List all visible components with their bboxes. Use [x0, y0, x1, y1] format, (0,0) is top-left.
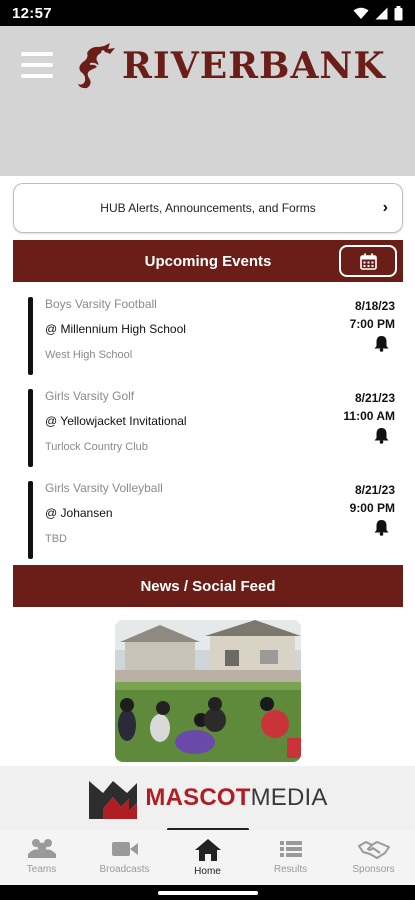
- tab-sponsors[interactable]: Sponsors: [332, 830, 415, 885]
- event-opponent: @ Yellowjacket Invitational: [45, 414, 187, 428]
- event-opponent: @ Johansen: [45, 506, 113, 520]
- tab-label: Teams: [26, 864, 57, 875]
- event-sport: Boys Varsity Football: [45, 297, 157, 311]
- bottom-tab-bar: Teams Broadcasts Home Results Sponsors: [0, 830, 415, 885]
- tab-broadcasts[interactable]: Broadcasts: [83, 830, 166, 885]
- menu-line: [21, 63, 53, 67]
- tab-label: Results: [273, 864, 308, 875]
- status-icons: [353, 5, 403, 21]
- home-gesture-handle[interactable]: [158, 891, 258, 895]
- signal-icon: [375, 7, 388, 19]
- handshake-icon: [357, 841, 390, 859]
- sponsor-word-mascot: MASCOT: [145, 784, 251, 811]
- upcoming-events-header: Upcoming Events: [13, 240, 403, 282]
- status-time: 12:57: [12, 4, 52, 22]
- event-item[interactable]: Girls Varsity Volleyball @ Johansen TBD …: [28, 481, 398, 559]
- sponsor-banner[interactable]: MASCOTMEDIA: [0, 766, 415, 830]
- event-item[interactable]: Girls Varsity Golf @ Yellowjacket Invita…: [28, 389, 398, 467]
- menu-line: [21, 52, 53, 56]
- event-date: 8/21/23: [354, 483, 395, 497]
- event-venue: West High School: [45, 349, 133, 361]
- sponsor-wordmark: MASCOTMEDIA: [145, 784, 327, 812]
- brand-name: RIVERBANK: [122, 45, 386, 87]
- team-photo: [115, 620, 301, 762]
- event-venue: TBD: [45, 533, 67, 545]
- menu-button[interactable]: [21, 52, 53, 78]
- event-item[interactable]: Boys Varsity Football @ Millennium High …: [28, 297, 398, 375]
- news-feed-image[interactable]: [115, 620, 301, 762]
- tab-label: Broadcasts: [99, 864, 150, 875]
- bell-icon[interactable]: [373, 519, 390, 536]
- event-accent-bar: [28, 481, 33, 559]
- event-time: 9:00 PM: [349, 501, 395, 515]
- app-header: RIVERBANK: [0, 26, 415, 176]
- tab-teams[interactable]: Teams: [0, 830, 83, 885]
- home-icon: [194, 839, 221, 861]
- tab-label: Home: [194, 866, 221, 877]
- bell-icon[interactable]: [373, 335, 390, 352]
- upcoming-events-title: Upcoming Events: [144, 252, 272, 270]
- sponsor-word-media: MEDIA: [250, 784, 328, 811]
- bell-icon[interactable]: [373, 427, 390, 444]
- tab-label: Sponsors: [352, 864, 395, 875]
- status-bar: 12:57: [0, 0, 415, 26]
- event-sport: Girls Varsity Golf: [45, 389, 135, 403]
- brand-logo: RIVERBANK: [74, 42, 386, 90]
- event-sport: Girls Varsity Volleyball: [45, 481, 163, 495]
- calendar-button[interactable]: [339, 245, 397, 277]
- teams-icon: [27, 839, 56, 858]
- battery-icon: [394, 5, 403, 20]
- news-feed-title: News / Social Feed: [140, 577, 276, 595]
- menu-line: [21, 74, 53, 78]
- event-time: 11:00 AM: [343, 409, 395, 423]
- event-accent-bar: [28, 389, 33, 467]
- tab-home[interactable]: Home: [166, 830, 249, 885]
- wifi-icon: [353, 7, 369, 19]
- dragon-mascot-icon: [78, 43, 115, 89]
- news-feed-header: News / Social Feed: [13, 565, 403, 607]
- video-camera-icon: [111, 842, 138, 856]
- list-icon: [279, 841, 302, 857]
- tab-results[interactable]: Results: [249, 830, 332, 885]
- event-venue: Turlock Country Club: [45, 441, 148, 453]
- event-date: 8/21/23: [354, 391, 395, 405]
- hub-alerts-button[interactable]: HUB Alerts, Announcements, and Forms ›: [13, 183, 403, 233]
- hub-alerts-label: HUB Alerts, Announcements, and Forms: [100, 201, 316, 215]
- event-accent-bar: [28, 297, 33, 375]
- event-time: 7:00 PM: [349, 317, 395, 331]
- system-navigation-bar: [0, 885, 415, 900]
- chevron-right-icon: ›: [382, 199, 388, 216]
- event-date: 8/18/23: [354, 299, 395, 313]
- event-opponent: @ Millennium High School: [45, 322, 186, 336]
- mascot-media-logo-icon: [89, 781, 138, 819]
- calendar-icon: [359, 253, 377, 270]
